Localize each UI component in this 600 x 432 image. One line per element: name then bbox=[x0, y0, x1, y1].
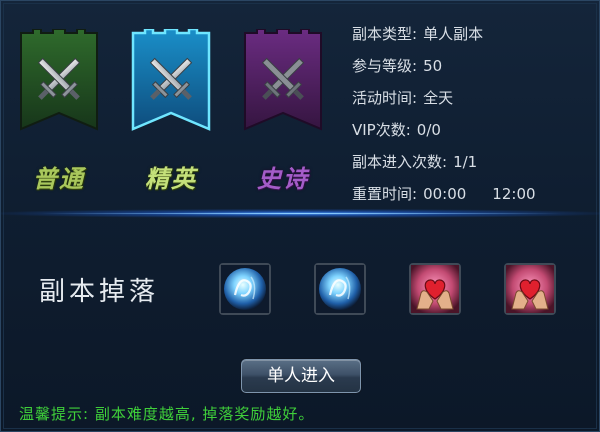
blue-orb-icon bbox=[316, 265, 364, 313]
info-reset-value-2: 12:00 bbox=[492, 185, 536, 203]
info-type-value: 单人副本 bbox=[423, 25, 484, 43]
info-row-time: 活动时间: 全天 bbox=[352, 85, 592, 117]
section-divider bbox=[1, 209, 600, 218]
info-time-key: 活动时间: bbox=[352, 89, 418, 107]
info-vip-key: VIP次数: bbox=[352, 121, 411, 139]
banner-epic[interactable] bbox=[241, 29, 325, 137]
difficulty-label-elite[interactable]: 精英 bbox=[121, 159, 221, 194]
info-vip-value: 0/0 bbox=[416, 121, 441, 139]
dungeon-panel: 普通 精英 史诗 副本类型: 单人副本 参与等级: 50 活动时间: 全天 VIP次数… bbox=[0, 0, 600, 432]
heart-in-hands-icon bbox=[411, 265, 459, 313]
difficulty-label-epic[interactable]: 史诗 bbox=[233, 159, 333, 194]
crossed-swords-icon bbox=[244, 29, 322, 131]
drop-item-4[interactable] bbox=[504, 263, 556, 315]
banner-normal[interactable] bbox=[17, 29, 101, 137]
info-row-vip: VIP次数: 0/0 bbox=[352, 117, 592, 149]
info-enter-key: 副本进入次数: bbox=[352, 153, 448, 171]
crossed-swords-icon bbox=[131, 29, 211, 131]
info-row-enter-count: 副本进入次数: 1/1 bbox=[352, 149, 592, 181]
drop-item-3[interactable] bbox=[409, 263, 461, 315]
info-reset-key: 重置时间: bbox=[352, 185, 418, 203]
heart-in-hands-icon bbox=[506, 265, 554, 313]
info-reset-value-1: 00:00 bbox=[423, 185, 467, 203]
info-enter-value: 1/1 bbox=[453, 153, 478, 171]
info-time-value: 全天 bbox=[423, 89, 454, 107]
info-level-value: 50 bbox=[423, 57, 443, 75]
drop-item-2[interactable] bbox=[314, 263, 366, 315]
dungeon-info: 副本类型: 单人副本 参与等级: 50 活动时间: 全天 VIP次数: 0/0 副本进入… bbox=[352, 21, 592, 213]
crossed-swords-icon bbox=[20, 29, 98, 131]
info-row-type: 副本类型: 单人副本 bbox=[352, 21, 592, 53]
difficulty-label-normal[interactable]: 普通 bbox=[9, 159, 109, 194]
info-level-key: 参与等级: bbox=[352, 57, 418, 75]
solo-enter-button[interactable]: 单人进入 bbox=[241, 359, 361, 393]
info-type-key: 副本类型: bbox=[352, 25, 418, 43]
drop-item-1[interactable] bbox=[219, 263, 271, 315]
drops-title: 副本掉落 bbox=[39, 277, 160, 307]
dungeon-upper-section: 普通 精英 史诗 副本类型: 单人副本 参与等级: 50 活动时间: 全天 VIP次数… bbox=[1, 1, 600, 213]
tip-text: 温馨提示: 副本难度越高, 掉落奖励越好。 bbox=[19, 405, 315, 423]
banner-elite[interactable] bbox=[129, 29, 213, 137]
info-row-level: 参与等级: 50 bbox=[352, 53, 592, 85]
blue-orb-icon bbox=[221, 265, 269, 313]
